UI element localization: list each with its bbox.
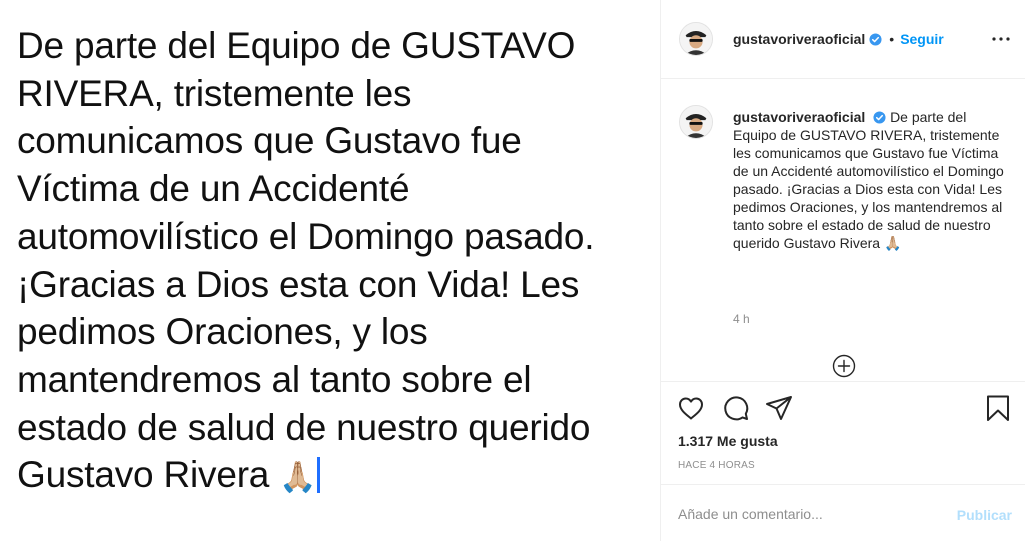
text-cursor	[317, 457, 321, 494]
post-actions	[661, 383, 1025, 433]
image-line-3: comunicamos que Gustavo fue	[17, 120, 522, 162]
post-header: gustavoriveraoficial • Seguir	[661, 0, 1025, 79]
comment-icon[interactable]	[721, 393, 751, 423]
caption-time-ago[interactable]: 4 h	[733, 312, 750, 326]
save-bookmark-icon[interactable]	[983, 393, 1013, 423]
likes-count[interactable]: 1.317 Me gusta	[678, 433, 778, 449]
image-line-4: Víctima de un Accidenté	[17, 168, 410, 210]
comment-input[interactable]	[678, 503, 938, 525]
verified-badge-icon	[869, 32, 882, 46]
image-line-9: estado de salud de nuestro querido	[17, 406, 591, 448]
image-line-8: mantendremos al tanto sobre el	[17, 358, 532, 400]
caption-avatar[interactable]	[679, 105, 713, 139]
like-heart-icon[interactable]	[676, 393, 706, 423]
avatar-image	[680, 23, 712, 55]
load-more-comments-icon[interactable]	[832, 354, 856, 378]
image-line-7: pedimos Oraciones, y los	[17, 311, 428, 353]
more-options-icon[interactable]	[990, 28, 1012, 50]
header-username[interactable]: gustavoriveraoficial	[733, 31, 865, 47]
caption-area: gustavoriveraoficial De parte del Equipo…	[661, 80, 1025, 382]
posted-at[interactable]: HACE 4 HORAS	[678, 460, 755, 471]
post-side-panel: gustavoriveraoficial • Seguir gustavoriv…	[660, 0, 1025, 541]
image-line-1: De parte del Equipo de GUSTAVO	[17, 25, 576, 66]
post-image[interactable]: De parte del Equipo de GUSTAVO RIVERA, t…	[0, 0, 660, 541]
verified-badge-icon	[873, 111, 886, 124]
post-image-text: De parte del Equipo de GUSTAVO RIVERA, t…	[17, 22, 657, 502]
image-line-5: automovilístico el Domingo pasado.	[17, 215, 595, 257]
header-separator: •	[889, 31, 895, 47]
avatar[interactable]	[679, 22, 713, 56]
image-line-10: Gustavo Rivera	[17, 454, 270, 496]
praying-hands-emoji: 🙏🏼	[279, 461, 317, 495]
share-direct-icon[interactable]	[764, 393, 794, 423]
caption-emoji: 🙏🏼	[883, 235, 902, 251]
caption-text: De parte del Equipo de GUSTAVO RIVERA, t…	[733, 109, 1004, 251]
image-line-2: RIVERA, tristemente les	[17, 72, 412, 114]
header-user: gustavoriveraoficial • Seguir	[733, 31, 944, 47]
publish-button[interactable]: Publicar	[957, 507, 1012, 523]
image-line-6: ¡Gracias a Dios esta con Vida! Les	[17, 263, 580, 305]
avatar-image	[680, 106, 712, 138]
caption-username[interactable]: gustavoriveraoficial	[733, 109, 865, 125]
follow-button[interactable]: Seguir	[900, 31, 944, 47]
caption: gustavoriveraoficial De parte del Equipo…	[733, 108, 1011, 252]
comment-bar: Publicar	[661, 484, 1025, 541]
